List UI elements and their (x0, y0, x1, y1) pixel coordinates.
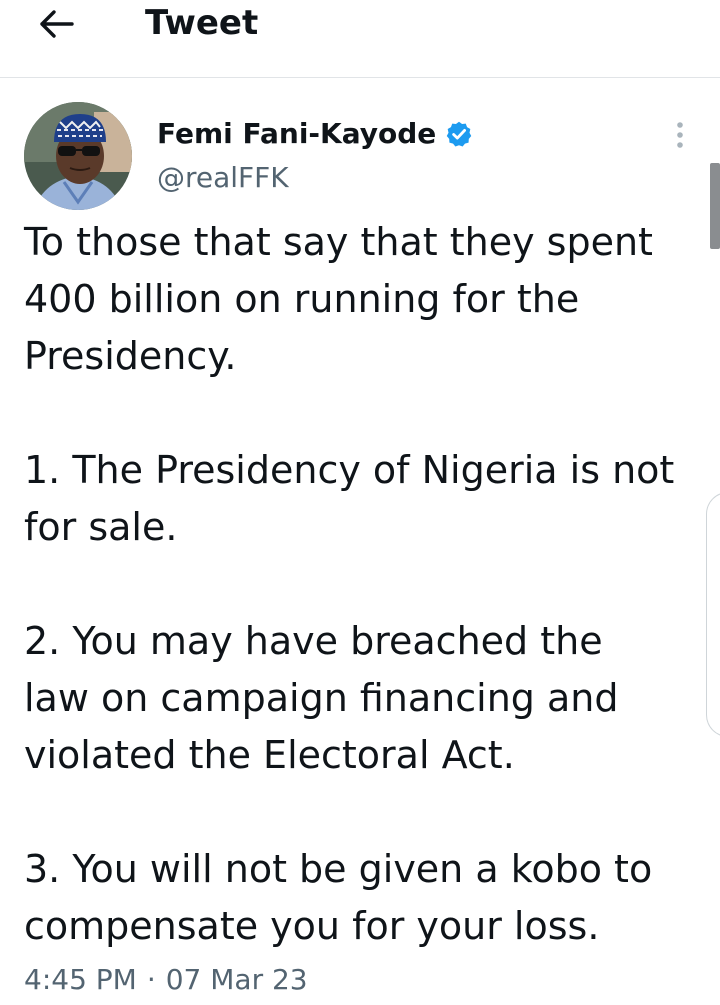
verified-badge-icon (447, 121, 472, 147)
tweet-line: violated the Electoral Act. (24, 733, 515, 777)
tweet-line: 400 billion on running for the (24, 277, 580, 321)
page-title: Tweet (145, 3, 259, 43)
back-button[interactable] (36, 4, 76, 44)
more-options-button[interactable] (664, 118, 696, 152)
tweet-line: 3. You will not be given a kobo to (24, 847, 653, 891)
top-bar: Tweet (0, 0, 720, 78)
tweet-line: for sale. (24, 505, 178, 549)
tweet-line: compensate you for your loss. (24, 904, 600, 948)
tweet-page: Tweet Femi Fani-Kayode @realFFK To those… (0, 0, 720, 1005)
author-handle[interactable]: @realFFK (157, 160, 289, 196)
scrollbar-thumb[interactable] (710, 163, 720, 249)
tweet-timestamp[interactable]: 4:45 PM · 07 Mar 23 (24, 960, 308, 1000)
tweet-line: Presidency. (24, 334, 237, 378)
tweet-text: To those that say that they spent 400 bi… (24, 214, 704, 955)
tweet-time: 4:45 PM (24, 963, 137, 996)
avatar[interactable] (24, 102, 132, 210)
arrow-left-icon (40, 10, 74, 38)
tweet-line: law on campaign financing and (24, 676, 619, 720)
author-name-link[interactable]: Femi Fani-Kayode (157, 116, 473, 152)
tweet-date: 07 Mar 23 (165, 963, 308, 996)
side-panel-edge (706, 492, 720, 737)
more-vertical-icon (677, 122, 683, 148)
tweet-line: 2. You may have breached the (24, 619, 603, 663)
tweet-line: To those that say that they spent (24, 220, 653, 264)
tweet-line: 1. The Presidency of Nigeria is not (24, 448, 675, 492)
profile-photo (24, 102, 132, 210)
meta-separator: · (146, 963, 156, 996)
author-name: Femi Fani-Kayode (157, 117, 437, 150)
